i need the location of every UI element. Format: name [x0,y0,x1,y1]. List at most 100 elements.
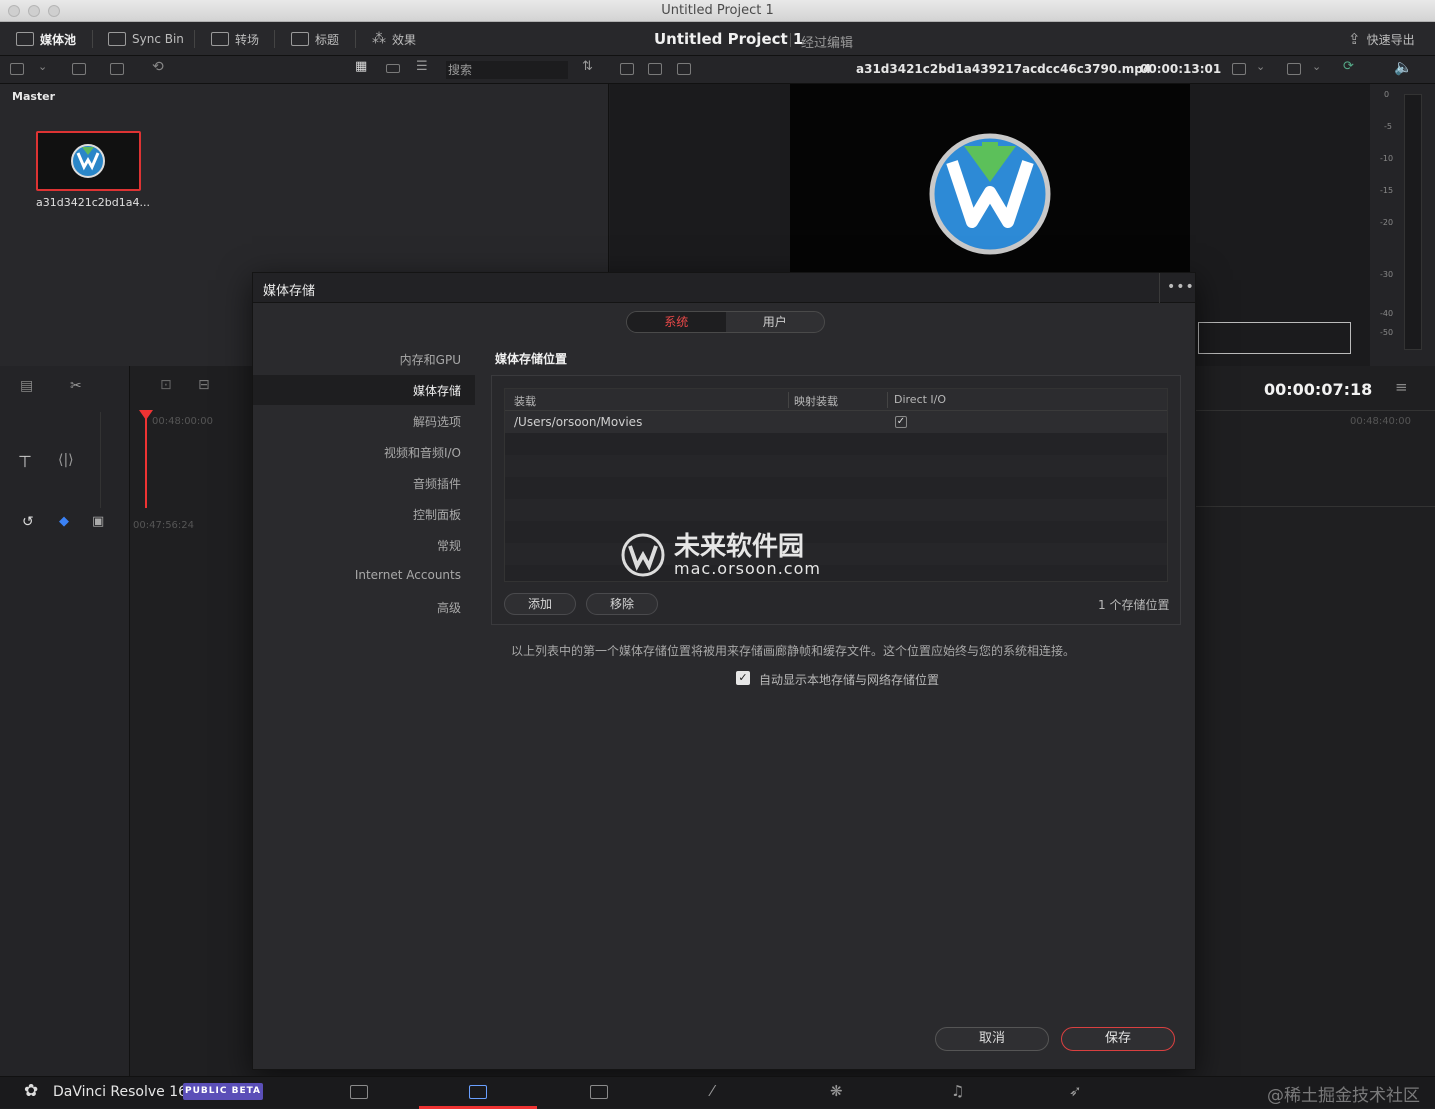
divider [274,30,275,48]
viewer-mode-icon[interactable] [677,63,691,75]
snap-icon[interactable]: ↺ [22,514,34,530]
sync-bin-button[interactable]: Sync Bin [108,22,184,56]
sort-icon[interactable]: ⇅ [582,59,593,74]
speaker-icon[interactable]: 🔈 [1394,58,1413,76]
nav-item-audio-plugins[interactable]: 音频插件 [413,475,461,492]
column-mount[interactable]: 装载 [514,393,536,409]
color-page-icon[interactable]: ❋ [830,1082,843,1100]
main-toolbar: 媒体池 Sync Bin 转场 标题 ⁂ 效果 Untitled Project… [0,22,1435,56]
search-input[interactable]: 搜索 [446,61,568,79]
list-view-icon[interactable]: ☰ [416,59,428,74]
menu-icon[interactable]: ≡ [1395,378,1408,396]
transitions-icon [211,32,229,46]
fairlight-timeline-icon[interactable] [590,1085,608,1099]
nav-item-media-storage[interactable]: 媒体存储 [413,382,461,399]
lock-track-icon[interactable]: ⊤ [18,452,32,471]
column-direct-io[interactable]: Direct I/O [894,393,946,406]
meter-tick: 0 [1384,90,1390,99]
music-note-icon[interactable]: ♫ [951,1082,964,1100]
import-icon[interactable] [72,63,86,75]
meter-tick: -20 [1380,218,1394,227]
viewer-mode-icon[interactable] [648,63,662,75]
marker-icon[interactable]: ▣ [92,514,104,529]
timeline-timestamp: 00:48:00:00 [152,416,214,427]
add-button[interactable]: 添加 [504,593,576,615]
video-frame[interactable] [790,84,1190,272]
clip-thumbnail[interactable] [36,131,141,191]
timeline-timecode: 00:00:07:18 [1264,380,1373,399]
refresh-icon[interactable]: ⟲ [152,59,164,75]
effects-label: 效果 [392,32,417,47]
transitions-button[interactable]: 转场 [211,22,259,56]
column-divider [887,392,888,408]
chevron-down-icon[interactable]: ⌄ [38,60,47,73]
storage-panel: 装载 映射装载 Direct I/O /Users/orsoon/Movies … [491,375,1181,625]
remove-button[interactable]: 移除 [586,593,658,615]
chevron-down-icon[interactable]: ⌄ [1256,60,1265,73]
page-navigation-bar: ✿ DaVinci Resolve 16 PUBLIC BETA ⁄ ❋ ♫ ➶… [0,1076,1435,1109]
viewer-mode-icon[interactable] [620,63,634,75]
grid-view-icon[interactable]: ▦ [355,59,367,74]
nav-item-control-panels[interactable]: 控制面板 [413,506,461,523]
direct-io-checkbox[interactable]: ✓ [895,416,907,428]
divider [790,33,791,47]
clip-logo-icon [71,144,105,178]
divider [92,30,93,48]
magic-wand-icon: ⁂ [372,31,386,47]
sidebar-toggle-icon[interactable] [10,63,24,75]
nav-item-decode[interactable]: 解码选项 [413,413,461,430]
divider [194,30,195,48]
edit-page-tab[interactable] [419,1077,537,1109]
timeline-timestamp: 00:47:56:24 [133,520,195,531]
chevron-down-icon[interactable]: ⌄ [1312,60,1321,73]
trim-icon[interactable]: ⟨|⟩ [58,452,74,468]
table-row [505,455,1167,477]
playhead[interactable] [145,412,147,508]
nav-item-general[interactable]: 常规 [437,537,461,554]
column-mapped-mount[interactable]: 映射装载 [794,393,838,409]
meter-tick: -30 [1380,270,1394,279]
nav-item-video-audio-io[interactable]: 视频和音频I/O [384,444,461,461]
section-title: 媒体存储位置 [495,352,568,366]
watermark-logo-icon [621,533,665,577]
sync-bin-label: Sync Bin [132,32,184,46]
deliver-rocket-icon[interactable]: ➶ [1069,1082,1082,1100]
edit-page-icon [469,1085,487,1099]
titles-label: 标题 [315,32,340,47]
more-options-icon[interactable]: ••• [1167,279,1195,295]
effects-button[interactable]: ⁂ 效果 [372,22,416,56]
scissors-icon[interactable]: ✂ [70,378,82,394]
save-button[interactable]: 保存 [1061,1027,1175,1051]
flag-icon[interactable]: ◆ [59,514,69,529]
nav-item-memory-gpu[interactable]: 内存和GPU [400,351,461,368]
table-row[interactable]: /Users/orsoon/Movies ✓ [505,411,1167,433]
tab-user[interactable]: 用户 [726,312,825,332]
fusion-page-icon[interactable]: ⁄ [711,1082,714,1100]
overwrite-icon[interactable]: ⊟ [198,377,210,393]
titles-button[interactable]: 标题 [291,22,339,56]
bin-name[interactable]: Master [12,90,55,103]
display-icon[interactable] [1287,63,1301,75]
insert-icon[interactable]: ⊡ [160,377,172,393]
loop-icon[interactable]: ⟳ [1343,59,1354,74]
quick-export-label: 快速导出 [1366,32,1415,47]
nav-item-advanced[interactable]: 高级 [437,599,461,616]
divider [355,30,356,48]
auto-display-checkbox[interactable]: ✓ [736,671,750,685]
window-titlebar: Untitled Project 1 [0,0,1435,22]
mount-path: /Users/orsoon/Movies [514,415,643,429]
storage-description: 以上列表中的第一个媒体存储位置将被用来存储画廊静帧和缓存文件。这个位置应始终与您… [511,644,1076,658]
transform-icon[interactable] [1232,63,1246,75]
zoom-track-icon[interactable]: ▤ [20,378,33,394]
cancel-button[interactable]: 取消 [935,1027,1049,1051]
nav-item-internet-accounts[interactable]: Internet Accounts [355,568,461,582]
media-pool-button[interactable]: 媒体池 [16,22,76,56]
tab-system[interactable]: 系统 [627,312,726,332]
column-divider [788,392,789,408]
filmstrip-view-icon[interactable] [386,64,400,73]
zoom-region[interactable] [1198,322,1351,354]
clip-name: a31d3421c2bd1a439217acdcc46c3790.mp4 [856,62,1152,76]
bin-icon[interactable] [110,63,124,75]
quick-export-button[interactable]: ⇪ 快速导出 [1348,30,1415,48]
media-page-icon[interactable] [350,1085,368,1099]
